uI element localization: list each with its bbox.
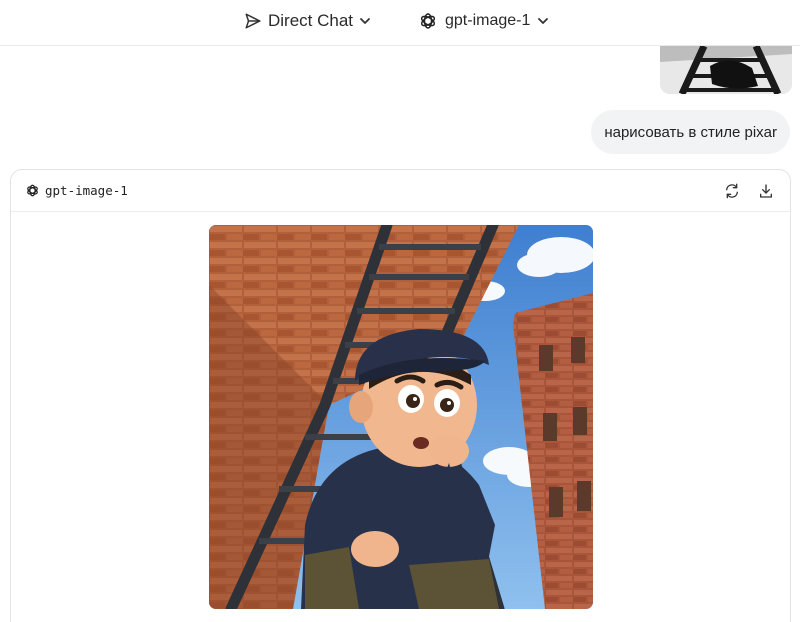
chevron-down-icon [359, 15, 371, 27]
user-message-text: нарисовать в стиле pixar [604, 123, 777, 141]
model-label: gpt-image-1 [445, 12, 531, 29]
chevron-down-icon [537, 15, 549, 27]
model-selector[interactable]: gpt-image-1 [418, 9, 549, 33]
response-model-name: gpt-image-1 [45, 183, 128, 198]
response-actions [722, 181, 776, 201]
download-button[interactable] [756, 181, 776, 201]
generated-image[interactable] [209, 225, 593, 609]
top-bar: Direct Chat gpt-image-1 [0, 0, 800, 46]
user-message-bubble: нарисовать в стиле pixar [591, 110, 790, 154]
response-card: gpt-image-1 [10, 169, 791, 622]
previous-user-image[interactable] [660, 46, 792, 94]
regenerate-button[interactable] [722, 181, 742, 201]
openai-logo-icon [418, 11, 438, 31]
response-card-header: gpt-image-1 [11, 170, 790, 212]
chat-mode-selector[interactable]: Direct Chat [244, 9, 371, 33]
openai-logo-icon [25, 183, 40, 198]
refresh-icon [724, 183, 740, 199]
send-icon [244, 12, 262, 30]
chat-mode-label: Direct Chat [268, 11, 354, 30]
download-icon [758, 183, 774, 199]
